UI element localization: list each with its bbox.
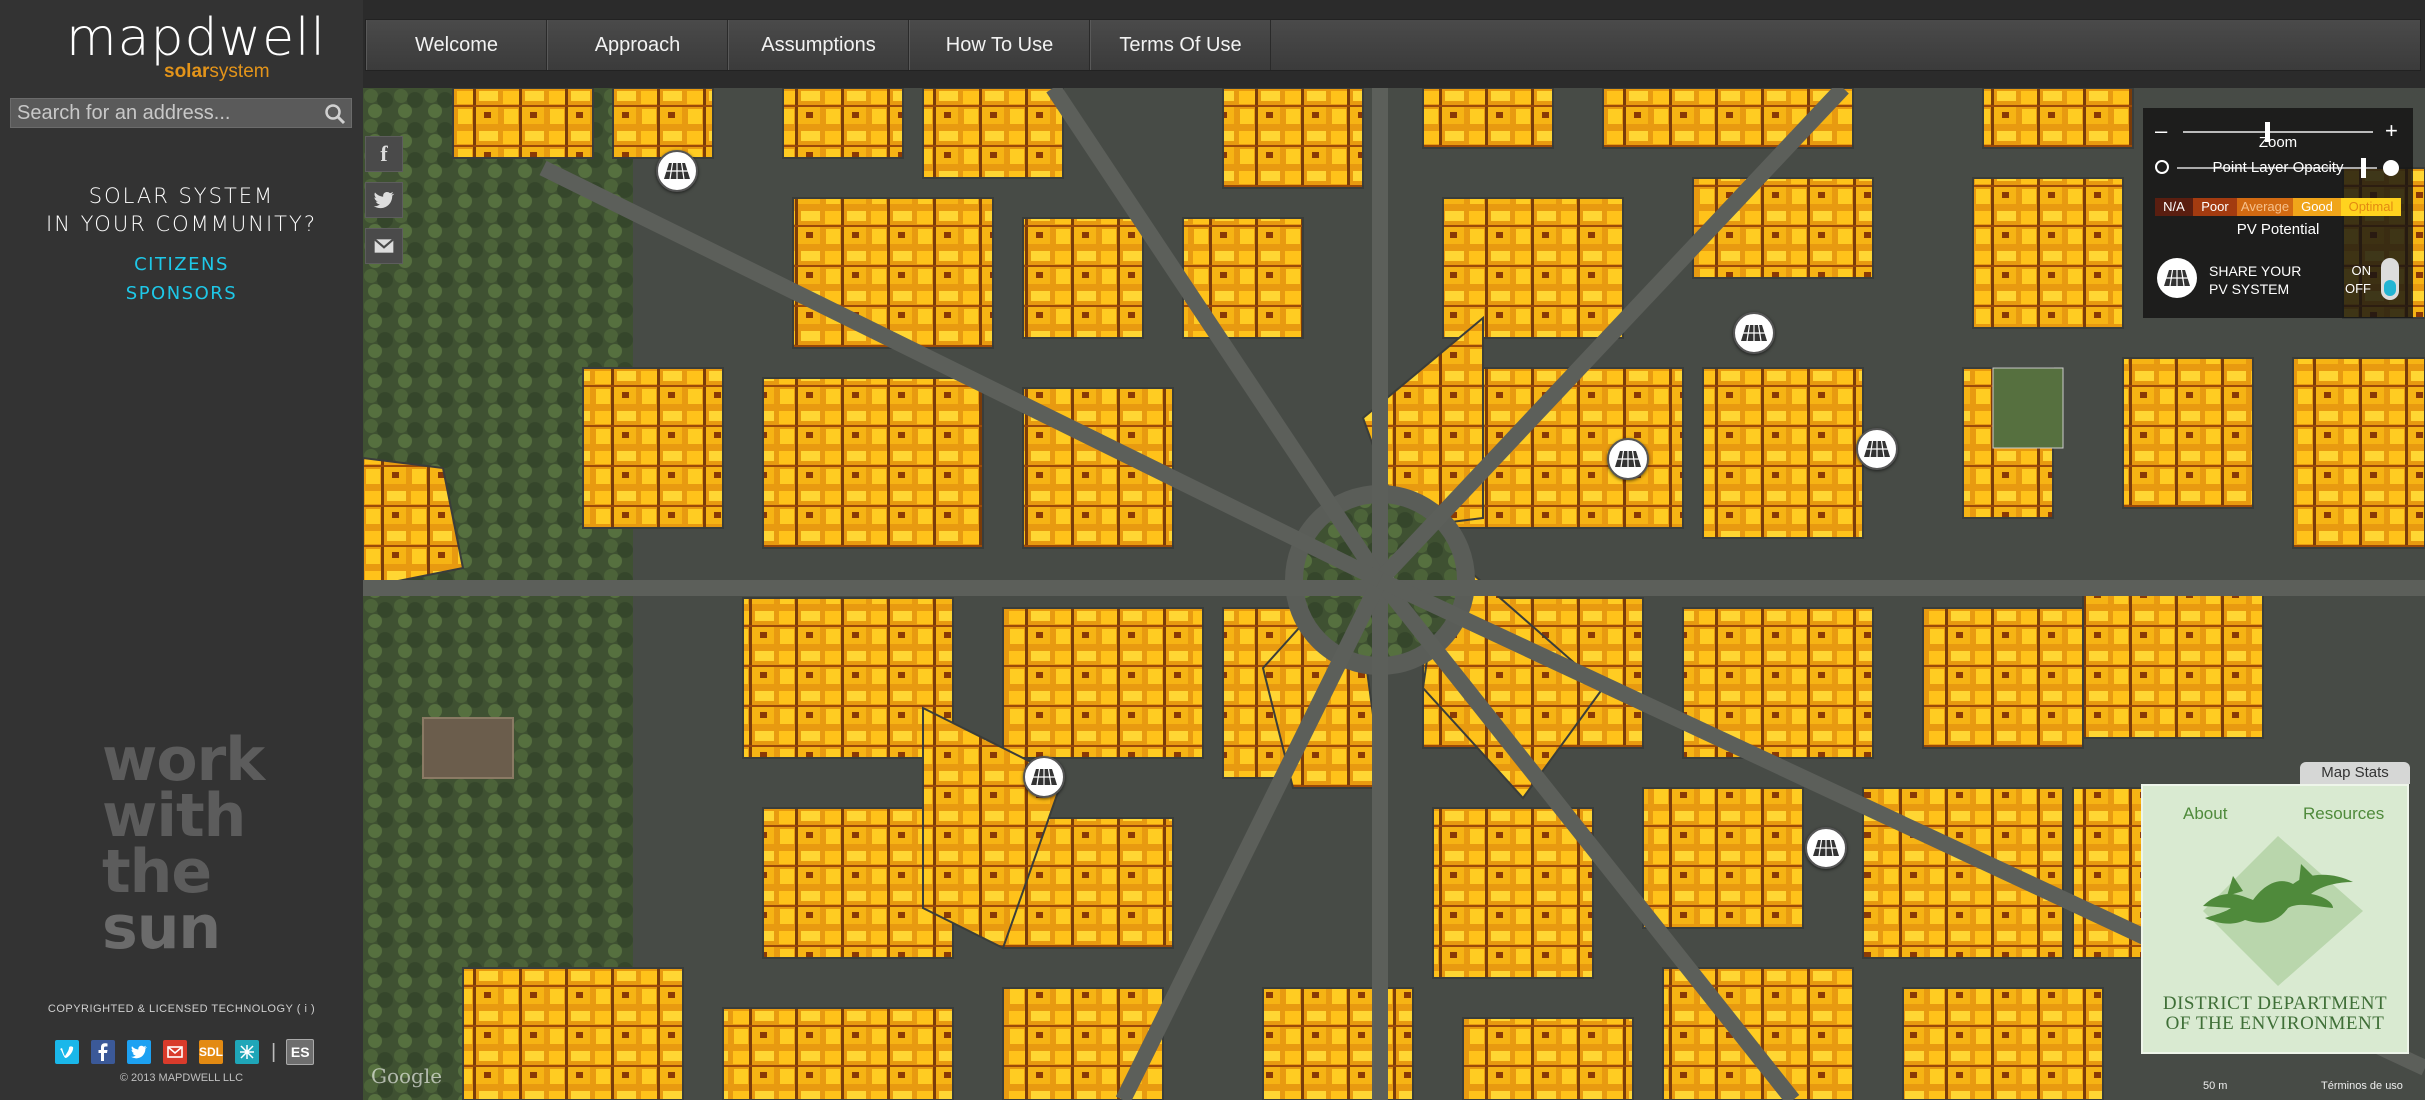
mail-icon[interactable] (163, 1040, 187, 1064)
pv-potential-label: PV Potential (2236, 221, 2320, 238)
pv-system-marker[interactable] (1023, 756, 1065, 798)
search-box (10, 98, 352, 128)
map-share-rail: f (365, 136, 403, 274)
tab-how-to-use[interactable]: How To Use (909, 20, 1090, 70)
mail-icon (373, 238, 395, 253)
twitter-share-button[interactable] (365, 182, 403, 218)
footer-social-bar: SDL | ES (55, 1039, 326, 1065)
dde-line1: DISTRICT DEPARTMENT (2162, 993, 2388, 1014)
solar-panel-icon (1031, 768, 1057, 786)
sponsors-link[interactable]: SPONSORS (0, 279, 363, 308)
vimeo-icon[interactable] (55, 1040, 79, 1064)
sdl-icon[interactable]: SDL (199, 1040, 223, 1064)
pv-system-marker[interactable] (656, 150, 698, 192)
facebook-icon: f (380, 141, 388, 166)
search-input[interactable] (17, 101, 317, 125)
dde-logo[interactable] (2183, 836, 2373, 986)
twitter-icon[interactable] (127, 1040, 151, 1064)
legend-average: Average (2237, 198, 2293, 216)
solar-panel-icon (1615, 450, 1641, 468)
zoom-control: – + Zoom (2155, 120, 2401, 152)
partner-icon[interactable] (235, 1040, 259, 1064)
google-attribution[interactable]: Google (371, 1064, 442, 1088)
top-bar: Welcome Approach Assumptions How To Use … (363, 0, 2425, 88)
map-stats-panel: About Resources DISTRICT DEPARTMENT OF T… (2141, 784, 2409, 1054)
resources-link[interactable]: Resources (2303, 804, 2384, 824)
pv-system-marker[interactable] (1856, 428, 1898, 470)
pv-potential-legend: N/A Poor Average Good Optimal (2155, 198, 2401, 216)
tab-terms-of-use[interactable]: Terms Of Use (1090, 20, 1271, 70)
solar-panel-icon (664, 162, 690, 180)
legend-poor: Poor (2193, 198, 2237, 216)
footer-separator: | (271, 1040, 277, 1063)
pv-system-marker[interactable] (1733, 312, 1775, 354)
map-terms-link[interactable]: Términos de uso (2321, 1080, 2403, 1092)
pv-system-marker[interactable] (1805, 827, 1847, 869)
dde-name: DISTRICT DEPARTMENT OF THE ENVIRONMENT (2143, 994, 2407, 1034)
pv-system-marker[interactable] (1607, 438, 1649, 480)
app-root: mapdwell solarsystem SOLAR SYSTEM IN YOU… (0, 0, 2425, 1100)
toggle-labels: ON OFF (2345, 262, 2371, 298)
facebook-icon[interactable] (91, 1040, 115, 1064)
tagline-line: sun (102, 893, 221, 963)
zoom-slider-track[interactable] (2183, 131, 2373, 133)
logo-subtitle: solarsystem (164, 61, 270, 83)
map-scale: 50 m (2203, 1080, 2228, 1092)
share-pv-toggle[interactable] (2381, 258, 2399, 300)
solar-panel-icon (1864, 440, 1890, 458)
opacity-control: Point Layer Opacity (2155, 156, 2401, 180)
legend-na: N/A (2155, 198, 2193, 216)
tab-assumptions[interactable]: Assumptions (728, 20, 909, 70)
language-toggle-es[interactable]: ES (286, 1039, 315, 1065)
citizens-link[interactable]: CITIZENS (0, 250, 363, 279)
solar-panel-icon (1741, 324, 1767, 342)
tagline-line: with (102, 781, 246, 851)
opacity-label: Point Layer Opacity (2212, 159, 2344, 176)
zoom-label: Zoom (2258, 134, 2298, 151)
copyright-year: © 2013 MAPDWELL LLC (119, 1072, 244, 1084)
share-pv-text: SHARE YOUR PV SYSTEM (2209, 262, 2301, 298)
map-stats-tab[interactable]: Map Stats (2300, 762, 2410, 784)
solar-panel-icon (1813, 839, 1839, 857)
search-icon[interactable] (323, 102, 347, 126)
email-share-button[interactable] (365, 228, 403, 264)
promo-heading-line2: IN YOUR COMMUNITY? (46, 212, 317, 236)
promo-block: SOLAR SYSTEM IN YOUR COMMUNITY? CITIZENS… (0, 182, 363, 308)
share-line2: PV SYSTEM (2209, 281, 2290, 297)
share-line1: SHARE YOUR (2209, 263, 2302, 279)
toggle-off-label: OFF (2345, 281, 2371, 296)
share-pv-button[interactable] (2157, 258, 2197, 298)
mapdwell-logo[interactable]: mapdwell solarsystem (60, 8, 325, 83)
tagline-line: the (102, 837, 212, 907)
toggle-knob (2384, 280, 2396, 296)
solar-panel-icon (2164, 269, 2190, 287)
logo-sub-solar: solar (164, 61, 210, 82)
twitter-icon (373, 191, 395, 209)
tab-welcome[interactable]: Welcome (366, 20, 547, 70)
toggle-on-label: ON (2351, 263, 2372, 278)
copyright-notice[interactable]: COPYRIGHTED & LICENSED TECHNOLOGY ( i ) (0, 1003, 363, 1015)
logo-wordmark: mapdwell (66, 8, 326, 68)
facebook-share-button[interactable]: f (365, 136, 403, 172)
map-imagery[interactable] (363, 88, 2425, 1100)
solar-map[interactable]: f – + Zoom Point Layer Opacity N/A Poor … (363, 88, 2425, 1100)
about-link[interactable]: About (2183, 804, 2227, 824)
tagline-line: work (102, 725, 265, 795)
map-control-panel: – + Zoom Point Layer Opacity N/A Poor Av… (2143, 108, 2413, 318)
legend-good: Good (2293, 198, 2341, 216)
tab-approach[interactable]: Approach (547, 20, 728, 70)
legend-optimal: Optimal (2341, 198, 2401, 216)
promo-heading-line1: SOLAR SYSTEM (88, 184, 275, 208)
sidebar: mapdwell solarsystem SOLAR SYSTEM IN YOU… (0, 0, 363, 1100)
tagline: work with the sun (102, 725, 265, 963)
main-nav: Welcome Approach Assumptions How To Use … (365, 19, 2421, 71)
dde-line2: OF THE ENVIRONMENT (2165, 1013, 2385, 1034)
logo-sub-system: system (209, 61, 270, 82)
